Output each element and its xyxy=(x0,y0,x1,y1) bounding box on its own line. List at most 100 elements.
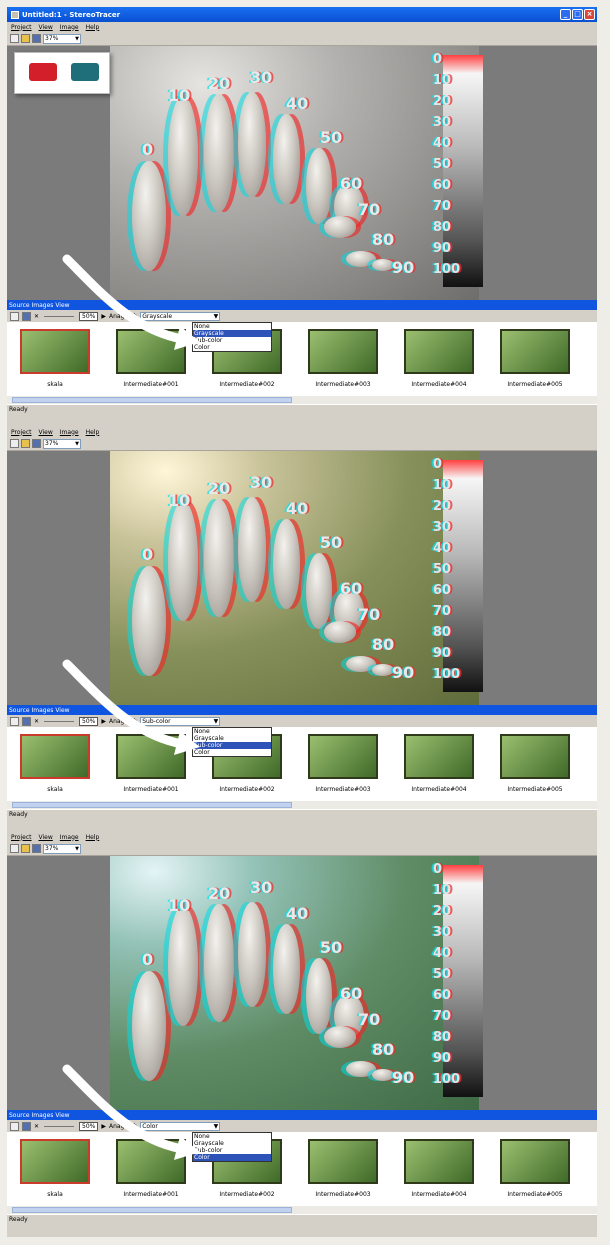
scale-label-2: 20 xyxy=(433,94,452,109)
refresh-icon[interactable] xyxy=(10,716,19,726)
stone-label-1: 10 xyxy=(168,896,191,915)
scale-label-1: 10 xyxy=(433,73,452,88)
chevron-down-icon: ▼ xyxy=(75,35,79,42)
chevron-down-icon: ▼ xyxy=(75,845,79,852)
menu-help[interactable]: Help xyxy=(86,429,100,436)
thumbnail-5[interactable] xyxy=(500,329,570,374)
save-icon[interactable] xyxy=(22,311,31,321)
scrollbar-thumb[interactable] xyxy=(12,397,292,403)
menu-project[interactable]: Project xyxy=(11,834,32,841)
thumbnail-label: Intermediate#001 xyxy=(123,1191,179,1198)
stone-label-8: 80 xyxy=(372,1040,395,1059)
delete-icon[interactable]: ✕ xyxy=(34,313,39,320)
menu-view[interactable]: View xyxy=(39,834,53,841)
zoom-select[interactable]: 37% ▼ xyxy=(43,33,81,44)
scrollbar-thumb[interactable] xyxy=(12,802,292,808)
status-bar: Ready xyxy=(7,404,597,414)
red-lens xyxy=(29,63,57,81)
app-window: Untitled:1 - StereoTracer _ □ × Project … xyxy=(7,7,597,1237)
save-icon[interactable] xyxy=(32,844,41,853)
stone-label-1: 10 xyxy=(168,491,191,510)
chevron-down-icon: ▼ xyxy=(75,440,79,447)
scale-label-2: 20 xyxy=(433,904,452,919)
stone-2 xyxy=(204,94,234,212)
menu-project[interactable]: Project xyxy=(11,429,32,436)
zoom-value: 37% xyxy=(45,845,59,852)
save-icon[interactable] xyxy=(22,716,31,726)
stone-label-4: 40 xyxy=(286,94,309,113)
stone-label-7: 70 xyxy=(358,200,381,219)
stone-label-5: 50 xyxy=(320,533,343,552)
scrollbar-thumb[interactable] xyxy=(12,1207,292,1213)
thumbnail-3[interactable] xyxy=(308,1139,378,1184)
menu-project[interactable]: Project xyxy=(11,24,32,31)
new-project-icon[interactable] xyxy=(10,439,19,448)
menu-help[interactable]: Help xyxy=(86,834,100,841)
menu-image[interactable]: Image xyxy=(60,24,79,31)
maximize-button[interactable]: □ xyxy=(572,9,583,20)
close-button[interactable]: × xyxy=(584,9,595,20)
stone-1 xyxy=(168,906,198,1026)
scale-label-8: 80 xyxy=(433,1030,452,1045)
menu-help[interactable]: Help xyxy=(86,24,100,31)
zoom-select[interactable]: 37% ▼ xyxy=(43,438,81,449)
refresh-icon[interactable] xyxy=(10,311,19,321)
scale-label-3: 30 xyxy=(433,925,452,940)
title-bar: Untitled:1 - StereoTracer _ □ × xyxy=(7,7,597,22)
zoom-select[interactable]: 37% ▼ xyxy=(43,843,81,854)
thumbnail-label: Intermediate#005 xyxy=(507,1191,563,1198)
menu-view[interactable]: View xyxy=(39,429,53,436)
stone-label-0: 0 xyxy=(142,140,154,159)
stone-5 xyxy=(306,148,332,224)
open-folder-icon[interactable] xyxy=(21,439,30,448)
stone-label-9: 90 xyxy=(392,1068,415,1087)
horizontal-scrollbar[interactable] xyxy=(7,396,597,404)
thumbnail-4[interactable] xyxy=(404,329,474,374)
delete-icon[interactable]: ✕ xyxy=(34,1123,39,1130)
open-folder-icon[interactable] xyxy=(21,34,30,43)
open-folder-icon[interactable] xyxy=(21,844,30,853)
horizontal-scrollbar[interactable] xyxy=(7,801,597,809)
app-section-2: Project View Image Help 37% ▼ 0 10 20 30 40 50… xyxy=(7,427,597,835)
thumbnail-3[interactable] xyxy=(308,329,378,374)
scale-label-10: 100 xyxy=(433,1072,461,1087)
scale-label-2: 20 xyxy=(433,499,452,514)
stone-7 xyxy=(324,1026,356,1048)
stone-9 xyxy=(372,259,394,271)
cyan-lens xyxy=(71,63,99,81)
menu-bar: Project View Image Help xyxy=(7,832,597,842)
scale-label-10: 100 xyxy=(433,262,461,277)
scale-label-7: 70 xyxy=(433,199,452,214)
scale-label-5: 50 xyxy=(433,157,452,172)
scale-label-5: 50 xyxy=(433,562,452,577)
stone-4 xyxy=(273,114,300,204)
scale-label-6: 60 xyxy=(433,988,452,1003)
thumbnail-5[interactable] xyxy=(500,734,570,779)
save-icon[interactable] xyxy=(22,1121,31,1131)
save-icon[interactable] xyxy=(32,34,41,43)
3d-glasses-logo xyxy=(14,52,110,94)
scale-label-0: 0 xyxy=(433,52,443,67)
stone-label-7: 70 xyxy=(358,1010,381,1029)
scale-label-6: 60 xyxy=(433,583,452,598)
thumbnail-label: skala xyxy=(47,786,63,793)
thumbnail-3[interactable] xyxy=(308,734,378,779)
thumbnail-5[interactable] xyxy=(500,1139,570,1184)
thumbnail-label: Intermediate#001 xyxy=(123,381,179,388)
refresh-icon[interactable] xyxy=(10,1121,19,1131)
save-icon[interactable] xyxy=(32,439,41,448)
menu-image[interactable]: Image xyxy=(60,429,79,436)
horizontal-scrollbar[interactable] xyxy=(7,1206,597,1214)
thumbnail-label: Intermediate#002 xyxy=(219,1191,275,1198)
thumbnail-4[interactable] xyxy=(404,1139,474,1184)
app-section-1: Project View Image Help 37% ▼ 0 10 20 30 40 50… xyxy=(7,22,597,430)
delete-icon[interactable]: ✕ xyxy=(34,718,39,725)
menu-view[interactable]: View xyxy=(39,24,53,31)
menu-image[interactable]: Image xyxy=(60,834,79,841)
thumbnail-4[interactable] xyxy=(404,734,474,779)
stone-label-0: 0 xyxy=(142,545,154,564)
new-project-icon[interactable] xyxy=(10,844,19,853)
minimize-button[interactable]: _ xyxy=(560,9,571,20)
new-project-icon[interactable] xyxy=(10,34,19,43)
stone-9 xyxy=(372,1069,394,1081)
